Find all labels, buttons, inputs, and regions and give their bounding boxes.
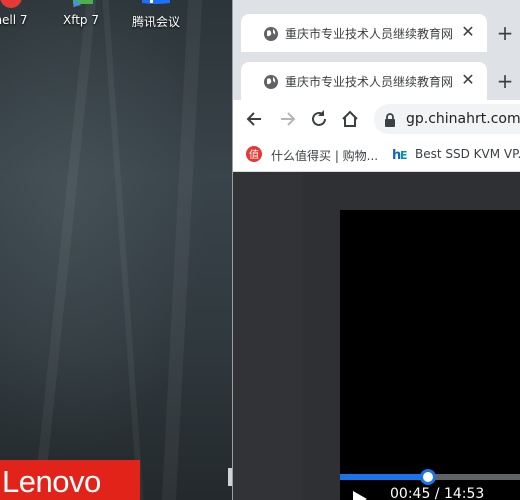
play-icon[interactable]	[352, 490, 368, 500]
desktop-icon-label: 腾讯会议	[131, 15, 180, 29]
browser-window-back[interactable]: 重庆市专业技术人员继续教育网 ✕ +	[232, 0, 520, 62]
forward-arrow-icon[interactable]	[276, 108, 298, 130]
page-sidebar	[233, 172, 303, 500]
bookmarks-bar: 值 什么值得买 | 购物... h E Best SSD KVM VP...	[233, 138, 520, 172]
tab-chinahrt-back[interactable]: 重庆市专业技术人员继续教育网 ✕	[241, 14, 487, 52]
video-progress-fill	[340, 474, 428, 480]
desktop-icon-label: hell 7	[0, 13, 28, 27]
new-tab-button[interactable]: +	[493, 69, 517, 93]
video-progress-bar[interactable]	[340, 469, 520, 485]
svg-text:E: E	[400, 149, 408, 162]
desktop-wallpaper: hell 7 Xftp 7 腾讯会议 Lenovo	[0, 0, 232, 500]
wallpaper-texture	[33, 0, 97, 500]
tab-title: 重庆市专业技术人员继续教育网	[285, 27, 454, 41]
globe-icon	[263, 26, 279, 42]
smzdm-icon: 值	[246, 146, 262, 166]
home-icon[interactable]	[339, 108, 361, 130]
browser-toolbar: gp.chinahrt.com/	[233, 100, 520, 138]
lock-icon[interactable]	[384, 112, 396, 127]
new-tab-button[interactable]: +	[493, 21, 517, 45]
desktop-icon-label: Xftp 7	[62, 13, 99, 27]
reload-icon[interactable]	[308, 108, 330, 130]
wallpaper-texture	[161, 0, 203, 500]
close-icon[interactable]: ✕	[459, 71, 477, 89]
video-time-separator: /	[430, 486, 444, 500]
bookmark-smzdm[interactable]: 值 什么值得买 | 购物...	[246, 146, 386, 164]
back-arrow-icon[interactable]	[244, 108, 266, 130]
page-content: 00:45 / 14:53	[233, 172, 520, 500]
lenovo-logo: Lenovo	[0, 460, 140, 500]
url-text: gp.chinahrt.com/	[406, 111, 520, 127]
tencent-meeting-icon	[140, 0, 172, 6]
browser-window-front[interactable]: 重庆市专业技术人员继续教育网 ✕ + gp.chinahrt.com/ 值 什么…	[232, 56, 520, 500]
video-player[interactable]: 00:45 / 14:53	[340, 210, 520, 500]
wallpaper-texture	[102, 0, 144, 500]
close-icon[interactable]: ✕	[459, 23, 477, 41]
video-total-time: 14:53	[443, 486, 485, 500]
xshell-icon	[0, 0, 27, 8]
video-progress-handle[interactable]	[420, 469, 436, 485]
xftp-icon	[65, 0, 97, 7]
video-current-time: 00:45	[390, 486, 431, 500]
video-time: 00:45 / 14:53	[390, 486, 484, 500]
svg-text:值: 值	[249, 148, 259, 161]
bookmark-best-ssd[interactable]: h E Best SSD KVM VP...	[392, 146, 520, 164]
bookmark-label: Best SSD KVM VP...	[415, 147, 520, 161]
tab-title: 重庆市专业技术人员继续教育网	[285, 75, 454, 89]
address-bar[interactable]: gp.chinahrt.com/	[374, 104, 520, 134]
tab-chinahrt-front[interactable]: 重庆市专业技术人员继续教育网 ✕	[241, 62, 487, 100]
globe-icon	[263, 74, 279, 90]
host-icon: h E	[392, 146, 410, 166]
bookmark-label: 什么值得买 | 购物...	[271, 149, 379, 163]
